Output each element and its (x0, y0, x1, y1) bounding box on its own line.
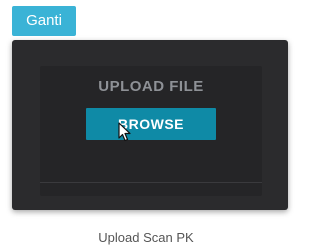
ganti-button[interactable]: Ganti (12, 6, 76, 36)
file-dropzone[interactable]: UPLOAD FILE BROWSE (40, 66, 262, 196)
upload-caption: Upload Scan PK (98, 230, 194, 245)
browse-button[interactable]: BROWSE (86, 108, 216, 140)
upload-panel: UPLOAD FILE BROWSE (12, 40, 288, 210)
upload-file-title: UPLOAD FILE (98, 78, 204, 95)
panel-divider (40, 182, 262, 183)
